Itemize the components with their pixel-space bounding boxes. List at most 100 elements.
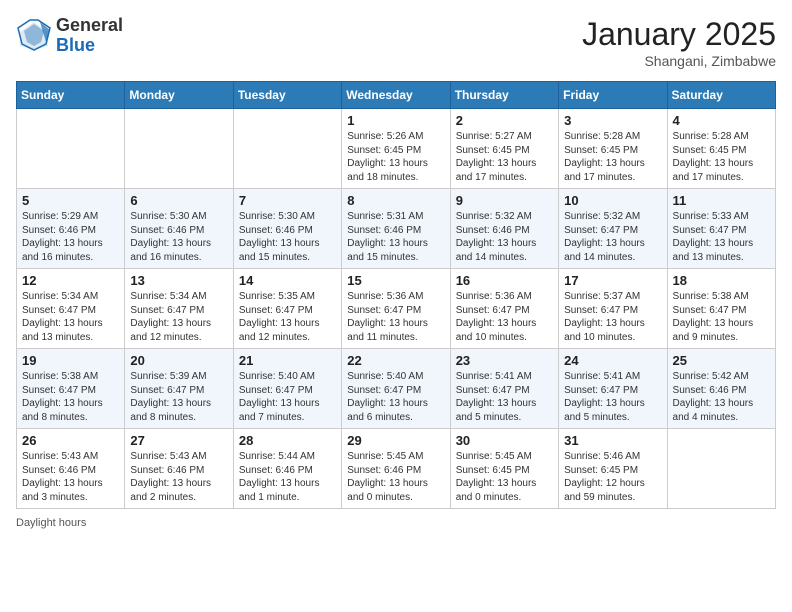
cell-text: Sunrise: 5:32 AMSunset: 6:46 PMDaylight:… xyxy=(456,210,553,264)
table-row: 31 Sunrise: 5:46 AMSunset: 6:45 PMDayligh… xyxy=(559,429,667,509)
cell-text: Sunrise: 5:44 AMSunset: 6:46 PMDaylight:… xyxy=(239,450,336,504)
calendar-week-row: 5 Sunrise: 5:29 AMSunset: 6:46 PMDaylight… xyxy=(17,189,776,269)
cell-text: Sunrise: 5:37 AMSunset: 6:47 PMDaylight:… xyxy=(564,290,661,344)
cell-text: Sunrise: 5:40 AMSunset: 6:47 PMDaylight:… xyxy=(239,370,336,424)
table-row: 25 Sunrise: 5:42 AMSunset: 6:46 PMDayligh… xyxy=(667,349,775,429)
calendar-week-row: 12 Sunrise: 5:34 AMSunset: 6:47 PMDayligh… xyxy=(17,269,776,349)
table-row: 22 Sunrise: 5:40 AMSunset: 6:47 PMDayligh… xyxy=(342,349,450,429)
table-row xyxy=(667,429,775,509)
logo-icon xyxy=(16,18,52,54)
table-row: 10 Sunrise: 5:32 AMSunset: 6:47 PMDayligh… xyxy=(559,189,667,269)
day-number: 11 xyxy=(673,193,770,208)
table-row: 8 Sunrise: 5:31 AMSunset: 6:46 PMDaylight… xyxy=(342,189,450,269)
table-row: 16Sunrise: 5:36 AMSunset: 6:47 PMDayligh… xyxy=(450,269,558,349)
cell-text: Sunrise: 5:30 AMSunset: 6:46 PMDaylight:… xyxy=(130,210,227,264)
day-number: 5 xyxy=(22,193,119,208)
day-number: 25 xyxy=(673,353,770,368)
col-thursday: Thursday xyxy=(450,82,558,109)
day-number: 31 xyxy=(564,433,661,448)
table-row: 9Sunrise: 5:32 AMSunset: 6:46 PMDaylight… xyxy=(450,189,558,269)
table-row: 4 Sunrise: 5:28 AMSunset: 6:45 PMDaylight… xyxy=(667,109,775,189)
table-row: 27 Sunrise: 5:43 AMSunset: 6:46 PMDayligh… xyxy=(125,429,233,509)
table-row: 28 Sunrise: 5:44 AMSunset: 6:46 PMDayligh… xyxy=(233,429,341,509)
cell-text: Sunrise: 5:34 AMSunset: 6:47 PMDaylight:… xyxy=(22,290,119,344)
calendar-table: Sunday Monday Tuesday Wednesday Thursday… xyxy=(16,81,776,509)
calendar-week-row: 19Sunrise: 5:38 AMSunset: 6:47 PMDayligh… xyxy=(17,349,776,429)
day-number: 6 xyxy=(130,193,227,208)
day-number: 10 xyxy=(564,193,661,208)
day-number: 14 xyxy=(239,273,336,288)
table-row xyxy=(17,109,125,189)
table-row: 11 Sunrise: 5:33 AMSunset: 6:47 PMDayligh… xyxy=(667,189,775,269)
cell-text: Sunrise: 5:28 AMSunset: 6:45 PMDaylight:… xyxy=(564,130,661,184)
table-row: 5 Sunrise: 5:29 AMSunset: 6:46 PMDaylight… xyxy=(17,189,125,269)
cell-text: Sunrise: 5:39 AMSunset: 6:47 PMDaylight:… xyxy=(130,370,227,424)
cell-text: Sunrise: 5:35 AMSunset: 6:47 PMDaylight:… xyxy=(239,290,336,344)
cell-text: Sunrise: 5:41 AMSunset: 6:47 PMDaylight:… xyxy=(456,370,553,424)
cell-text: Sunrise: 5:42 AMSunset: 6:46 PMDaylight:… xyxy=(673,370,770,424)
day-number: 28 xyxy=(239,433,336,448)
table-row: 19Sunrise: 5:38 AMSunset: 6:47 PMDayligh… xyxy=(17,349,125,429)
col-monday: Monday xyxy=(125,82,233,109)
month-title: January 2025 xyxy=(582,16,776,53)
cell-text: Sunrise: 5:33 AMSunset: 6:47 PMDaylight:… xyxy=(673,210,770,264)
footer-text: Daylight hours xyxy=(16,517,776,529)
day-number: 21 xyxy=(239,353,336,368)
page-header: General Blue January 2025 Shangani, Zimb… xyxy=(16,16,776,69)
table-row: 24 Sunrise: 5:41 AMSunset: 6:47 PMDayligh… xyxy=(559,349,667,429)
table-row: 7 Sunrise: 5:30 AMSunset: 6:46 PMDaylight… xyxy=(233,189,341,269)
table-row: 3 Sunrise: 5:28 AMSunset: 6:45 PMDaylight… xyxy=(559,109,667,189)
day-number: 8 xyxy=(347,193,444,208)
day-number: 20 xyxy=(130,353,227,368)
cell-text: Sunrise: 5:30 AMSunset: 6:46 PMDaylight:… xyxy=(239,210,336,264)
cell-text: Sunrise: 5:36 AMSunset: 6:47 PMDaylight:… xyxy=(456,290,553,344)
cell-text: Sunrise: 5:29 AMSunset: 6:46 PMDaylight:… xyxy=(22,210,119,264)
table-row xyxy=(125,109,233,189)
cell-text: Sunrise: 5:36 AMSunset: 6:47 PMDaylight:… xyxy=(347,290,444,344)
table-row: 20 Sunrise: 5:39 AMSunset: 6:47 PMDayligh… xyxy=(125,349,233,429)
table-row: 21 Sunrise: 5:40 AMSunset: 6:47 PMDayligh… xyxy=(233,349,341,429)
table-row: 6 Sunrise: 5:30 AMSunset: 6:46 PMDaylight… xyxy=(125,189,233,269)
table-row: 2Sunrise: 5:27 AMSunset: 6:45 PMDaylight… xyxy=(450,109,558,189)
col-tuesday: Tuesday xyxy=(233,82,341,109)
cell-text: Sunrise: 5:43 AMSunset: 6:46 PMDaylight:… xyxy=(130,450,227,504)
cell-text: Sunrise: 5:28 AMSunset: 6:45 PMDaylight:… xyxy=(673,130,770,184)
day-number: 23 xyxy=(456,353,553,368)
cell-text: Sunrise: 5:26 AMSunset: 6:45 PMDaylight:… xyxy=(347,130,444,184)
table-row: 13Sunrise: 5:34 AMSunset: 6:47 PMDayligh… xyxy=(125,269,233,349)
day-number: 7 xyxy=(239,193,336,208)
day-number: 29 xyxy=(347,433,444,448)
day-number: 4 xyxy=(673,113,770,128)
day-number: 15 xyxy=(347,273,444,288)
calendar-header-row: Sunday Monday Tuesday Wednesday Thursday… xyxy=(17,82,776,109)
day-number: 24 xyxy=(564,353,661,368)
table-row: 17 Sunrise: 5:37 AMSunset: 6:47 PMDayligh… xyxy=(559,269,667,349)
table-row xyxy=(233,109,341,189)
cell-text: Sunrise: 5:31 AMSunset: 6:46 PMDaylight:… xyxy=(347,210,444,264)
day-number: 12 xyxy=(22,273,119,288)
day-number: 3 xyxy=(564,113,661,128)
calendar-week-row: 26Sunrise: 5:43 AMSunset: 6:46 PMDayligh… xyxy=(17,429,776,509)
day-number: 22 xyxy=(347,353,444,368)
table-row: 18Sunrise: 5:38 AMSunset: 6:47 PMDayligh… xyxy=(667,269,775,349)
logo-text: General Blue xyxy=(56,16,123,56)
day-number: 27 xyxy=(130,433,227,448)
cell-text: Sunrise: 5:45 AMSunset: 6:45 PMDaylight:… xyxy=(456,450,553,504)
cell-text: Sunrise: 5:40 AMSunset: 6:47 PMDaylight:… xyxy=(347,370,444,424)
location: Shangani, Zimbabwe xyxy=(582,53,776,69)
cell-text: Sunrise: 5:41 AMSunset: 6:47 PMDaylight:… xyxy=(564,370,661,424)
day-number: 30 xyxy=(456,433,553,448)
table-row: 12 Sunrise: 5:34 AMSunset: 6:47 PMDayligh… xyxy=(17,269,125,349)
day-number: 2 xyxy=(456,113,553,128)
logo: General Blue xyxy=(16,16,123,56)
cell-text: Sunrise: 5:43 AMSunset: 6:46 PMDaylight:… xyxy=(22,450,119,504)
table-row: 29Sunrise: 5:45 AMSunset: 6:46 PMDayligh… xyxy=(342,429,450,509)
cell-text: Sunrise: 5:32 AMSunset: 6:47 PMDaylight:… xyxy=(564,210,661,264)
cell-text: Sunrise: 5:34 AMSunset: 6:47 PMDaylight:… xyxy=(130,290,227,344)
table-row: 15 Sunrise: 5:36 AMSunset: 6:47 PMDayligh… xyxy=(342,269,450,349)
day-number: 17 xyxy=(564,273,661,288)
cell-text: Sunrise: 5:46 AMSunset: 6:45 PMDaylight:… xyxy=(564,450,661,504)
table-row: 30 Sunrise: 5:45 AMSunset: 6:45 PMDayligh… xyxy=(450,429,558,509)
col-wednesday: Wednesday xyxy=(342,82,450,109)
table-row: 1Sunrise: 5:26 AMSunset: 6:45 PMDaylight… xyxy=(342,109,450,189)
